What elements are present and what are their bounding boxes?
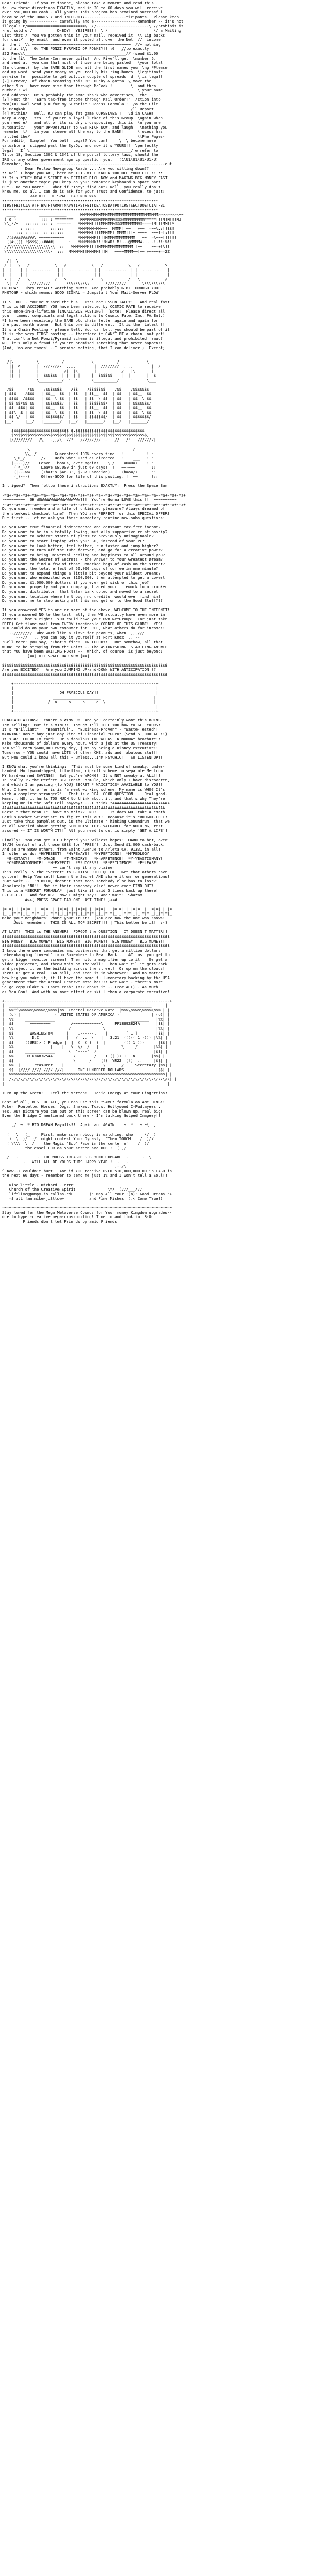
text-line: assured -- IT IS WORTH IT!! All you need…: [2, 828, 168, 833]
text-line: $$$$$$$$$$$$$$$$$$$$$$$$$$$$$$$$$$$$$$$$…: [2, 671, 168, 677]
text-line: the easel FOR as Your screen and RUB!! (…: [2, 1145, 126, 1151]
text-line: ,/ ~ * BIG DREAM Payoffs!! Again and AGA…: [2, 1122, 156, 1128]
text-line: the next 60 days - remember to send me j…: [2, 1173, 168, 1178]
text-line: PHOTOGR - which means: GOOD SIGNAL = Jum…: [2, 290, 159, 295]
text-line: (And, 'no-one taxes'...I promise nothing…: [2, 345, 166, 351]
text-line: Turn up the Green! Feel the screen! Ioni…: [2, 1090, 168, 1095]
text-line: \\\\\\\\\\\\\\\\\\\\\ ::: MMMMMM!!MMMMM!…: [2, 249, 170, 254]
text-line: [==] HIT SPACE BAR NOW [==]: [2, 653, 90, 659]
text-line: ' \__________/ ' ' \__________/ ' ' \___: [2, 377, 156, 383]
text-line: Just remember: THIS IS ALL TOP SECRET!!!…: [2, 920, 168, 925]
section-intro: Dear Friend: If you're insane, please ta…: [2, 1, 329, 199]
section-money-art: ****************************************…: [2, 199, 329, 479]
text-line: as You Can! And with no more effort or s…: [2, 989, 170, 994]
section-instructions: Intrigued? Then follow these instruction…: [2, 479, 329, 677]
section-final: |=|=|_|_|=|=|_|_|=|=|_|_|=|=|_|_|=|=|_|_…: [2, 902, 329, 1224]
section-fabulous-day: +---------------------------------------…: [2, 677, 329, 902]
text-line: Intrigued? Then follow these instruction…: [2, 483, 168, 489]
text-line: |///////// /\ ..,,/\ //' ///////// ~ // …: [2, 437, 156, 442]
document-page: Dear Friend: If you're insane, please ta…: [0, 0, 331, 1225]
text-line: But first -- let me ask you these mandat…: [2, 515, 166, 521]
text-line: Do you want me to stop asking all this a…: [2, 598, 163, 604]
text-line: Even the Bridge I mentioned back there -…: [2, 1113, 161, 1119]
text-line: (_)---) Offer-GOOD for life of this post…: [2, 474, 159, 479]
text-line: =$ alt.fan.mike-jittlow+ and Fine Mishes…: [2, 1196, 163, 1201]
text-line: But HOW could I know all this - unless..…: [2, 754, 163, 760]
text-line: Friends don't let Friends pyramid Friend…: [2, 1219, 119, 1224]
text-line: #>>{ PRESS SPACE BAR ONE LAST TIME! }<<#: [2, 897, 117, 902]
text-line: |__/ |__/ |_______/ |__/ |_______/ |__/ …: [2, 419, 149, 424]
text-line: |_______________________________________…: [2, 1081, 170, 1086]
text-line: +---------------------------------------…: [2, 709, 159, 714]
ascii-document: Dear Friend: If you're insane, please ta…: [2, 1, 329, 1224]
